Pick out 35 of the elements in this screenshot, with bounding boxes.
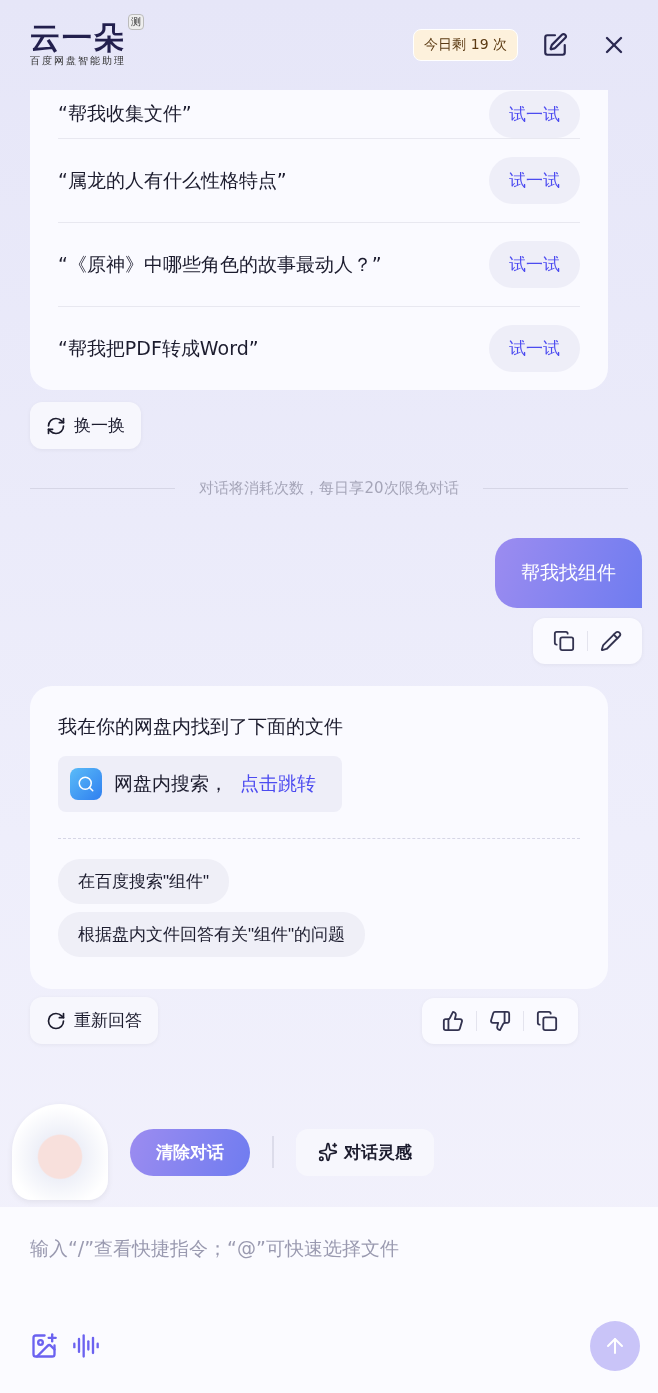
thumbs-down-icon [489, 1010, 511, 1032]
followup-chip[interactable]: 在百度搜索"组件" [58, 859, 230, 904]
followup-chip[interactable]: 根据盘内文件回答有关"组件"的问题 [58, 912, 366, 957]
jump-link[interactable]: 点击跳转 [240, 771, 316, 797]
inspiration-button[interactable]: 对话灵感 [296, 1128, 434, 1176]
search-label: 网盘内搜索， [114, 771, 228, 796]
try-button[interactable]: 试一试 [489, 241, 580, 288]
pencil-icon [600, 630, 622, 652]
notice-text: 对话将消耗次数，每日享20次限免对话 [199, 479, 459, 498]
try-button[interactable]: 试一试 [489, 90, 580, 138]
copy-icon [536, 1010, 558, 1032]
test-badge: 测 [128, 14, 144, 30]
copy-icon [553, 630, 575, 652]
suggestion-text: “帮我收集文件” [58, 101, 192, 126]
refresh-button[interactable]: 换一换 [30, 402, 141, 449]
clear-chat-button[interactable]: 清除对话 [130, 1128, 250, 1176]
sparkle-icon [318, 1142, 338, 1162]
rotate-icon [46, 1010, 66, 1031]
refresh-icon [46, 415, 66, 436]
logo-text: 云一朵 [30, 22, 126, 54]
try-button[interactable]: 试一试 [489, 157, 580, 204]
regenerate-button[interactable]: 重新回答 [30, 997, 158, 1044]
answer-text: 我在你的网盘内找到了下面的文件 [58, 714, 343, 739]
voice-icon[interactable] [72, 1332, 100, 1360]
magnifier-icon [77, 775, 95, 793]
try-button[interactable]: 试一试 [489, 325, 580, 372]
suggestion-text: “《原神》中哪些角色的故事最动人？” [58, 251, 382, 277]
quota-badge: 今日剩 19 次 [413, 29, 518, 61]
suggestion-text: “属龙的人有什么性格特点” [58, 167, 287, 193]
user-message: 帮我找组件 [495, 538, 642, 608]
logo-subtitle: 百度网盘智能助理 [30, 54, 126, 68]
image-icon[interactable] [30, 1332, 58, 1360]
new-chat-button[interactable] [542, 32, 568, 58]
thumbs-up-icon [442, 1010, 464, 1032]
suggestion-text: “帮我把PDF转成Word” [58, 335, 259, 361]
